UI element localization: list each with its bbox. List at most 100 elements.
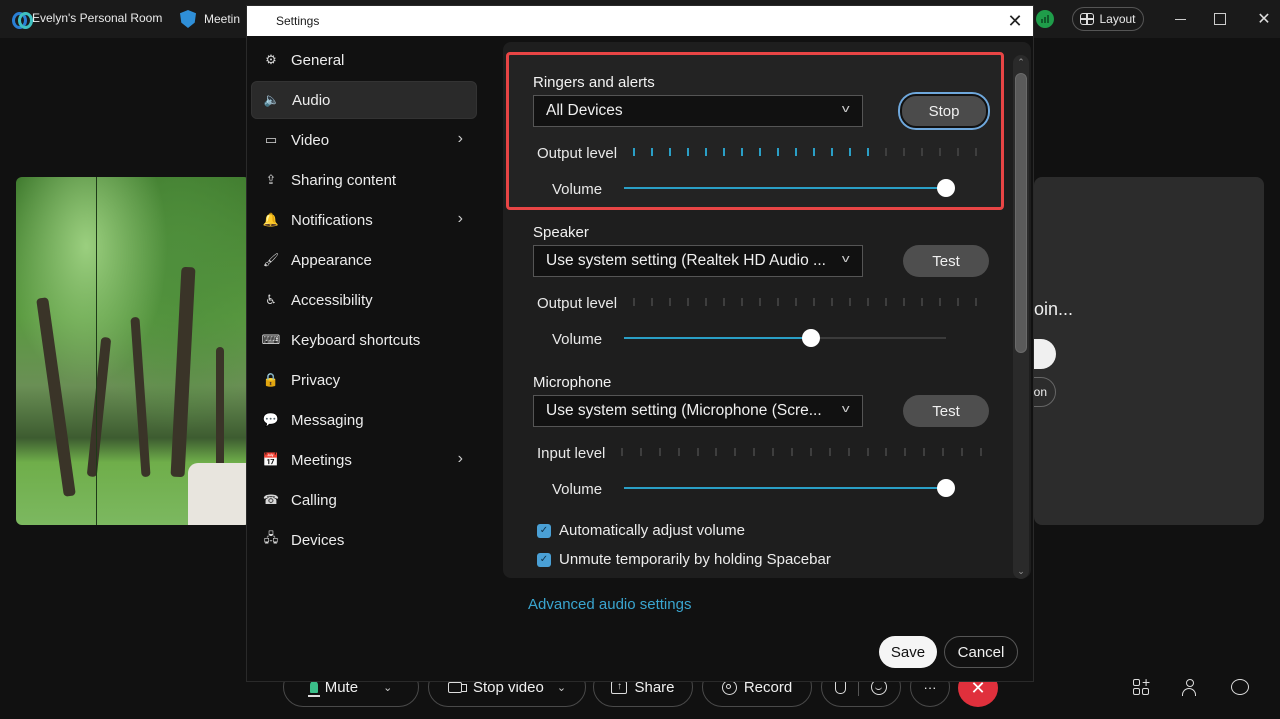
nav-item-label: Notifications <box>291 211 373 229</box>
ringers-device-select[interactable]: All Devices v <box>533 95 863 127</box>
level-tick <box>921 148 923 156</box>
nav-item-video[interactable]: ▭ Video › <box>251 121 477 159</box>
apps-icon[interactable]: + <box>1133 675 1155 699</box>
content-scrollbar[interactable]: ⌃ ⌄ <box>1013 55 1029 579</box>
level-tick <box>831 148 833 156</box>
level-tick <box>975 298 977 306</box>
level-tick <box>921 298 923 306</box>
level-tick <box>957 148 959 156</box>
speaker-volume-slider[interactable] <box>624 328 946 348</box>
meeting-info-button[interactable]: Meetin <box>180 10 240 28</box>
nav-item-accessibility[interactable]: ♿ Accessibility <box>251 281 477 319</box>
level-tick <box>651 298 653 306</box>
meetings-icon: 📅 <box>262 452 280 467</box>
checkbox-label: Unmute temporarily by holding Spacebar <box>559 551 831 568</box>
share-icon: ↑ <box>611 680 628 694</box>
level-tick <box>847 448 850 456</box>
chevron-right-icon: › <box>457 210 463 227</box>
nav-item-label: Calling <box>291 491 337 509</box>
camera-icon <box>447 681 467 693</box>
nav-item-label: Meetings <box>291 451 352 469</box>
nav-item-sharing-content[interactable]: ⇪ Sharing content <box>251 161 477 199</box>
auto-adjust-volume-checkbox[interactable]: ✓ Automatically adjust volume <box>537 522 745 539</box>
slider-thumb[interactable] <box>937 479 955 497</box>
checkbox-checked-icon[interactable]: ✓ <box>537 552 551 567</box>
microphone-volume-slider[interactable] <box>624 478 955 498</box>
network-health-icon[interactable] <box>1036 10 1054 28</box>
nav-item-meetings[interactable]: 📅 Meetings › <box>251 441 477 479</box>
nav-item-label: Keyboard shortcuts <box>291 331 421 349</box>
ringers-stop-button[interactable]: Stop <box>900 94 988 128</box>
settings-dialog: Settings ✕ ⚙ General 🔈 Audio ▭ Video › ⇪ Sharing… <box>246 5 1034 682</box>
maximize-button[interactable] <box>1208 8 1232 30</box>
scroll-down-icon[interactable]: ⌄ <box>1013 566 1029 577</box>
slider-thumb[interactable] <box>937 179 955 197</box>
microphone-device-select[interactable]: Use system setting (Microphone (Scre... … <box>533 395 863 427</box>
nav-item-devices[interactable]: 🖧 Devices <box>251 521 477 559</box>
level-tick <box>633 298 635 306</box>
level-tick <box>957 298 959 306</box>
participants-icon[interactable] <box>1180 677 1202 699</box>
level-tick <box>849 148 851 156</box>
microphone-icon <box>307 681 320 697</box>
dialog-close-button[interactable]: ✕ <box>1003 9 1027 33</box>
nav-item-audio[interactable]: 🔈 Audio <box>251 81 477 119</box>
ringers-device-value: All Devices <box>546 102 623 119</box>
keyboard-shortcuts-icon: ⌨ <box>261 332 281 347</box>
level-tick <box>753 448 756 456</box>
speaker-title: Speaker <box>533 224 589 241</box>
layout-button[interactable]: Layout <box>1072 7 1144 31</box>
scroll-up-icon[interactable]: ⌃ <box>1013 57 1029 68</box>
audio-icon: 🔈 <box>263 92 281 107</box>
nav-item-messaging[interactable]: 💬 Messaging <box>251 401 477 439</box>
chevron-down-icon[interactable]: ⌄ <box>383 681 392 694</box>
speaker-test-button[interactable]: Test <box>903 245 989 277</box>
level-tick <box>903 298 905 306</box>
nav-item-notifications[interactable]: 🔔 Notifications › <box>251 201 477 239</box>
chat-icon[interactable] <box>1230 677 1252 699</box>
level-tick <box>705 298 707 306</box>
save-button[interactable]: Save <box>879 636 937 668</box>
checkbox-checked-icon[interactable]: ✓ <box>537 523 551 538</box>
nav-item-general[interactable]: ⚙ General <box>251 41 477 79</box>
video-icon: ▭ <box>264 132 278 147</box>
level-tick <box>696 448 699 456</box>
level-tick <box>772 448 775 456</box>
level-tick <box>639 448 642 456</box>
level-tick <box>687 148 689 156</box>
microphone-input-meter <box>621 446 999 458</box>
nav-item-calling[interactable]: ☎ Calling <box>251 481 477 519</box>
cancel-button[interactable]: Cancel <box>944 636 1018 668</box>
level-tick <box>828 448 831 456</box>
speaker-device-select[interactable]: Use system setting (Realtek HD Audio ...… <box>533 245 863 277</box>
level-tick <box>651 148 653 156</box>
settings-nav: ⚙ General 🔈 Audio ▭ Video › ⇪ Sharing content 🔔 No… <box>251 41 477 561</box>
waiting-text: oin... <box>1034 299 1074 319</box>
spacebar-unmute-checkbox[interactable]: ✓ Unmute temporarily by holding Spacebar <box>537 551 831 568</box>
advanced-audio-settings-link[interactable]: Advanced audio settings <box>528 596 691 613</box>
window-close-button[interactable]: ✕ <box>1252 8 1276 30</box>
raise-hand-icon[interactable] <box>835 680 846 694</box>
nav-item-label: Devices <box>291 531 345 549</box>
level-tick <box>813 148 815 156</box>
chevron-right-icon: › <box>457 450 463 467</box>
level-tick <box>669 148 671 156</box>
scrollbar-thumb[interactable] <box>1015 73 1027 353</box>
minimize-button[interactable] <box>1168 8 1192 30</box>
speaker-device-value: Use system setting (Realtek HD Audio ... <box>546 252 826 269</box>
nav-item-privacy[interactable]: 🔒 Privacy <box>251 361 477 399</box>
level-tick <box>677 448 680 456</box>
nav-item-label: Accessibility <box>291 291 373 309</box>
level-tick <box>942 448 945 456</box>
chevron-down-icon[interactable]: ⌄ <box>557 681 566 694</box>
microphone-test-button[interactable]: Test <box>903 395 989 427</box>
slider-thumb[interactable] <box>801 329 820 347</box>
general-icon: ⚙ <box>265 52 277 67</box>
level-tick <box>867 298 869 306</box>
level-tick <box>777 148 779 156</box>
nav-item-label: Privacy <box>291 371 341 389</box>
ringers-volume-slider[interactable] <box>624 178 955 198</box>
level-tick <box>885 148 887 156</box>
nav-item-keyboard-shortcuts[interactable]: ⌨ Keyboard shortcuts <box>251 321 477 359</box>
nav-item-appearance[interactable]: 🖌 Appearance <box>251 241 477 279</box>
